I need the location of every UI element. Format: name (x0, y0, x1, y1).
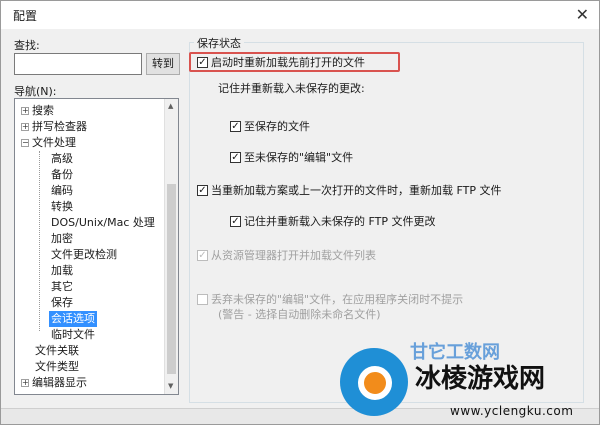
tree-item-file-handling[interactable]: − 文件处理 (21, 135, 76, 151)
checkbox-checked-icon[interactable]: ✓ (197, 184, 208, 196)
title-bar: 配置 ✕ (1, 1, 599, 29)
tree-item-session-options[interactable]: 会话选项 (49, 311, 97, 327)
option-label: 从资源管理器打开并加载文件列表 (211, 249, 376, 262)
option-label: 至未保存的"编辑"文件 (244, 151, 354, 164)
tree-item-save[interactable]: 保存 (51, 295, 73, 311)
tree-item-temp-files[interactable]: 临时文件 (51, 327, 95, 343)
ftp-remember-option[interactable]: ✓ 记住并重新载入未保存的 FTP 文件更改 (230, 214, 435, 230)
close-icon[interactable]: ✕ (576, 5, 589, 24)
tree-item-file-associations[interactable]: 文件关联 (35, 343, 79, 359)
option-label: 记住并重新载入未保存的 FTP 文件更改 (244, 215, 436, 228)
dialog-title: 配置 (13, 9, 38, 23)
to-unsaved-files-option[interactable]: ✓ 至未保存的"编辑"文件 (230, 150, 353, 166)
tree-item-search[interactable]: + 搜索 (21, 103, 54, 119)
watermark-url: www.yclengku.com (450, 404, 574, 418)
expand-icon[interactable]: + (21, 123, 29, 131)
group-title: 保存状态 (194, 35, 244, 51)
watermark-logo-icon (340, 348, 408, 416)
tree-item-file-types[interactable]: 文件类型 (35, 359, 79, 375)
expand-icon[interactable]: + (21, 107, 29, 115)
discard-unsaved-option: 丢弃未保存的"编辑"文件，在应用程序关闭时不提示 (197, 292, 463, 308)
discard-warning-note: (警告 - 选择自动删除未命名文件) (218, 308, 381, 321)
tree-item-label: 拼写检查器 (32, 120, 87, 133)
tree-item-backup[interactable]: 备份 (51, 167, 73, 183)
search-label: 查找: (14, 39, 40, 52)
checkbox-checked-icon: ✓ (197, 249, 208, 261)
nav-scrollbar[interactable]: ▲ ▼ (164, 99, 178, 394)
tree-item-line-endings[interactable]: DOS/Unix/Mac 处理 (51, 215, 155, 231)
nav-label: 导航(N): (14, 85, 57, 98)
tree-item-misc[interactable]: 其它 (51, 279, 73, 295)
checkbox-checked-icon[interactable]: ✓ (230, 120, 241, 132)
tree-item-advanced[interactable]: 高级 (51, 151, 73, 167)
watermark-text: 冰棱游戏网 (415, 364, 546, 394)
explorer-reload-option: ✓ 从资源管理器打开并加载文件列表 (197, 248, 376, 264)
option-label: 至保存的文件 (244, 120, 310, 133)
scroll-thumb[interactable] (167, 184, 176, 374)
scroll-up-icon[interactable]: ▲ (168, 102, 173, 110)
checkbox-checked-icon[interactable]: ✓ (230, 215, 241, 227)
tree-item-spellcheck[interactable]: + 拼写检查器 (21, 119, 87, 135)
tree-connector (39, 151, 40, 331)
tree-item-encryption[interactable]: 加密 (51, 231, 73, 247)
scroll-down-icon[interactable]: ▼ (168, 382, 173, 390)
goto-button[interactable]: 转到 (146, 53, 180, 75)
highlight-box (189, 52, 400, 72)
ftp-reload-option[interactable]: ✓ 当重新加载方案或上一次打开的文件时，重新加载 FTP 文件 (197, 183, 501, 199)
tree-item-label: 文件处理 (32, 136, 76, 149)
collapse-icon[interactable]: − (21, 139, 29, 147)
tree-item-label: 编辑器显示 (32, 376, 87, 389)
nav-tree[interactable]: + 搜索 + 拼写检查器 − 文件处理 高级 备份 编码 转换 DOS/Unix/Ma… (14, 98, 179, 395)
expand-icon[interactable]: + (21, 379, 29, 387)
to-saved-files-option[interactable]: ✓ 至保存的文件 (230, 119, 310, 135)
option-label: 当重新加载方案或上一次打开的文件时，重新加载 FTP 文件 (211, 184, 502, 197)
tree-item-encoding[interactable]: 编码 (51, 183, 73, 199)
tree-item-label: 搜索 (32, 104, 54, 117)
checkbox-checked-icon[interactable]: ✓ (230, 151, 241, 163)
search-input[interactable] (14, 53, 142, 75)
tree-item-change-detection[interactable]: 文件更改检测 (51, 247, 117, 263)
tree-item-conversion[interactable]: 转换 (51, 199, 73, 215)
option-label: 丢弃未保存的"编辑"文件，在应用程序关闭时不提示 (211, 293, 464, 306)
remember-changes-label: 记住并重新载入未保存的更改: (218, 82, 365, 95)
site-watermark: 甘它工数网 冰棱游戏网 www.yclengku.com (330, 340, 600, 425)
tree-item-load[interactable]: 加载 (51, 263, 73, 279)
tree-item-editor-display[interactable]: + 编辑器显示 (21, 375, 87, 391)
checkbox-unchecked-icon (197, 293, 208, 305)
